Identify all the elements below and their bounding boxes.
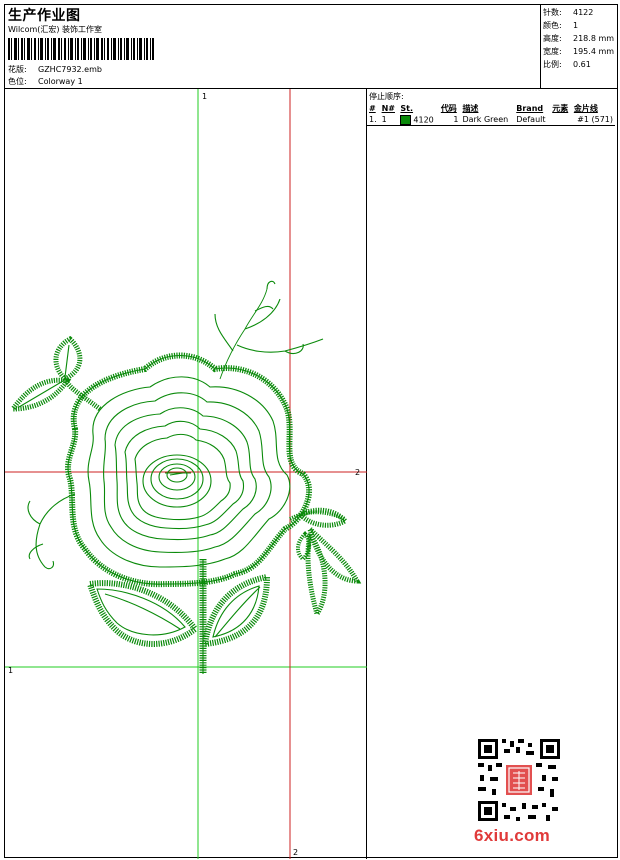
- embroidery-canvas: 1 2 1 2: [5, 89, 367, 859]
- stat-colors: 颜色: 1: [543, 20, 578, 31]
- rose-embroidery: [8, 280, 362, 674]
- qr-code-icon: [476, 737, 562, 823]
- colorway-value: Colorway 1: [38, 77, 83, 86]
- col-index: #: [369, 103, 376, 113]
- stat-scale: 比例: 0.61: [543, 59, 591, 70]
- col-description: 描述: [462, 103, 479, 113]
- row-needle: 1: [379, 114, 399, 126]
- watermark-text: 6xiu.com: [474, 826, 551, 845]
- header-info: 生产作业图 Wilcom(汇宏) 装饰工作室 花版: GZHC7932.emb …: [5, 5, 541, 89]
- color-swatch-icon: [400, 114, 412, 125]
- table-header-row: # N# St. 代码 描述 Brand 元素 金片线: [367, 102, 615, 114]
- col-code: 代码: [440, 103, 457, 113]
- stats-panel: 针数: 4122 颜色: 1 高度: 218.8 mm 宽度: 195.4 mm 比例:…: [541, 5, 617, 89]
- row-code: 1: [438, 114, 461, 126]
- guide-label-right: 2: [355, 468, 360, 477]
- col-brand: Brand: [516, 103, 544, 113]
- row-element: [550, 114, 572, 126]
- design-label: 花版:: [8, 65, 27, 74]
- stat-width-label: 宽度:: [543, 47, 562, 56]
- row-stitches-cell: 4120: [398, 114, 439, 126]
- barcode-icon: [8, 38, 154, 60]
- row-index: 1.: [367, 114, 380, 126]
- col-element: 元素: [552, 103, 569, 113]
- row-sequin: #1 (571): [571, 114, 615, 126]
- design-row: 花版: GZHC7932.emb: [8, 64, 102, 75]
- studio-name: Wilcom(汇宏) 装饰工作室: [8, 25, 103, 34]
- stat-scale-value: 0.61: [573, 60, 591, 69]
- stat-colors-label: 颜色:: [543, 21, 562, 30]
- stat-stitches: 针数: 4122: [543, 7, 593, 18]
- stat-stitches-label: 针数:: [543, 8, 562, 17]
- page-title: 生产作业图: [8, 8, 81, 24]
- production-worksheet: 生产作业图 Wilcom(汇宏) 装饰工作室 花版: GZHC7932.emb …: [4, 4, 618, 859]
- stat-scale-label: 比例:: [543, 60, 562, 69]
- stop-sequence-table: # N# St. 代码 描述 Brand 元素 金片线 1. 1 4120 1 …: [367, 102, 615, 126]
- stat-colors-value: 1: [573, 21, 579, 30]
- col-needle: N#: [381, 103, 395, 113]
- row-description: Dark Green: [460, 114, 515, 126]
- stat-width: 宽度: 195.4 mm: [543, 46, 614, 57]
- col-sequin: 金片线: [573, 103, 598, 113]
- design-file: GZHC7932.emb: [38, 65, 102, 74]
- stat-stitches-value: 4122: [573, 8, 594, 17]
- stat-height-value: 218.8 mm: [573, 34, 615, 43]
- colorway-row: 色位: Colorway 1: [8, 76, 83, 87]
- stop-sequence-title: 停止顺序:: [369, 92, 404, 101]
- stat-width-value: 195.4 mm: [573, 47, 615, 56]
- guide-label-top: 1: [202, 92, 207, 101]
- table-row[interactable]: 1. 1 4120 1 Dark Green Default #1 (571): [367, 114, 615, 126]
- colorway-label: 色位:: [8, 77, 27, 86]
- row-brand: Default: [514, 114, 551, 126]
- design-preview[interactable]: 1 2 1 2: [5, 89, 367, 859]
- guide-label-left: 1: [8, 666, 13, 675]
- row-stitches: 4120: [413, 115, 434, 124]
- col-stitches: St.: [400, 103, 414, 113]
- stat-height-label: 高度:: [543, 34, 562, 43]
- guide-label-bottom: 2: [293, 848, 298, 857]
- stat-height: 高度: 218.8 mm: [543, 33, 614, 44]
